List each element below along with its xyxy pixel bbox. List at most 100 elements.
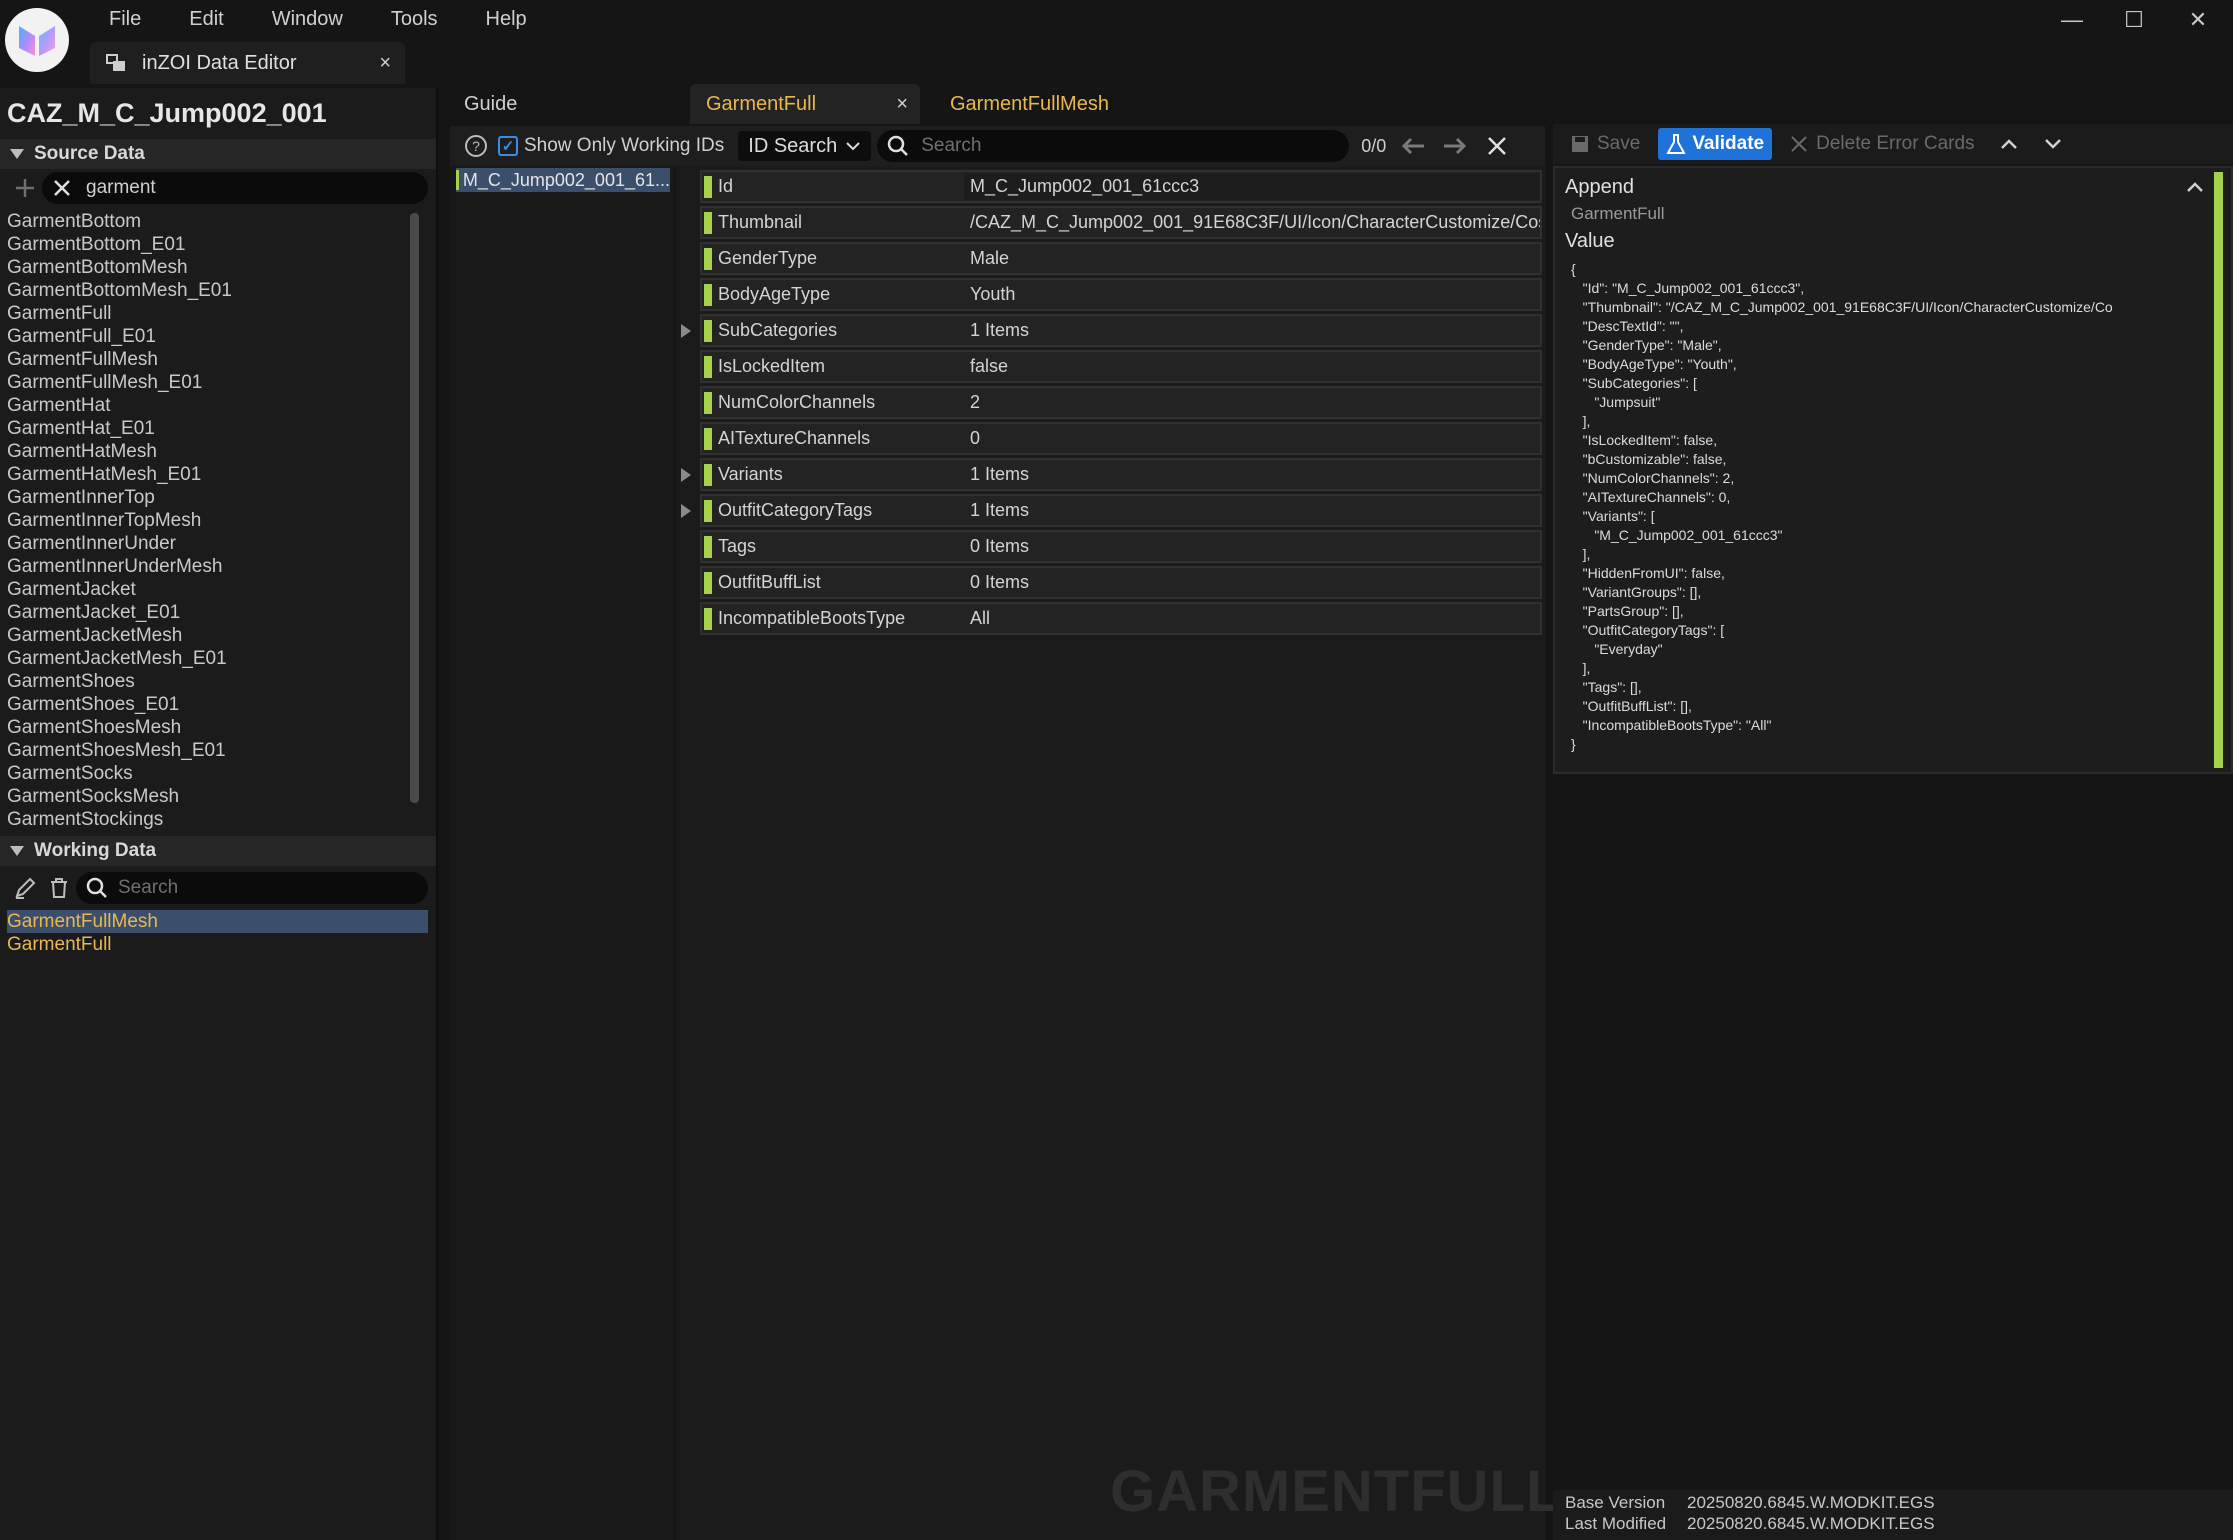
working-data-header[interactable]: Working Data [0,836,436,866]
show-only-working-checkbox[interactable]: ✓ [498,136,518,156]
property-key: OutfitBuffList [718,572,821,592]
working-list-item[interactable]: GarmentFullMesh [7,910,428,933]
id-search-input[interactable]: Search [877,130,1350,162]
source-list-item[interactable]: GarmentFull [7,302,407,325]
working-marker [704,211,712,234]
source-list-item[interactable]: GarmentJacket [7,578,407,601]
watermark-text: GARMENTFULL [1110,1459,1563,1524]
menu-file[interactable]: File [95,6,155,33]
delete-error-cards-label: Delete Error Cards [1816,133,1975,154]
chevron-up-icon[interactable] [1999,137,2019,151]
source-list-item[interactable]: GarmentShoesMesh_E01 [7,739,407,762]
source-list-item[interactable]: GarmentShoes [7,670,407,693]
working-search-input[interactable]: Search [76,872,428,904]
id-search-dropdown[interactable]: ID Search [738,131,872,161]
source-list-item[interactable]: GarmentHatMesh_E01 [7,463,407,486]
tab-garment-full[interactable]: GarmentFull × [690,84,920,124]
property-row[interactable]: BodyAgeType Youth [700,278,1542,311]
source-list-item[interactable]: GarmentInnerUnder [7,532,407,555]
property-row[interactable]: OutfitBuffList 0 Items [700,566,1542,599]
close-icon[interactable]: × [896,93,908,116]
trash-icon[interactable] [42,872,76,904]
flask-icon [1666,134,1686,154]
tab-guide[interactable]: Guide [450,84,682,124]
clear-icon[interactable] [52,178,72,198]
source-list-item[interactable]: GarmentFullMesh [7,348,407,371]
source-list-item[interactable]: GarmentSocks [7,762,407,785]
property-row[interactable]: IncompatibleBootsType All [700,602,1542,635]
json-value-text: { "Id": "M_C_Jump002_001_61ccc3", "Thumb… [1571,261,2113,752]
source-list-item[interactable]: GarmentJacket_E01 [7,601,407,624]
source-list-item[interactable]: GarmentBottomMesh_E01 [7,279,407,302]
property-row[interactable]: OutfitCategoryTags 1 Items [700,494,1542,527]
save-button[interactable]: Save [1563,128,1648,160]
validate-button[interactable]: Validate [1658,128,1773,160]
expand-arrow-icon[interactable] [681,468,691,482]
source-list-item[interactable]: GarmentBottom [7,210,407,233]
source-list-item[interactable]: GarmentBottom_E01 [7,233,407,256]
property-row[interactable]: NumColorChannels 2 [700,386,1542,419]
close-search-icon[interactable] [1486,135,1508,157]
source-list-item[interactable]: GarmentJacketMesh [7,624,407,647]
working-marker [704,283,712,306]
app-tab[interactable]: inZOI Data Editor × [90,42,405,84]
arrow-right-icon[interactable] [1442,136,1468,156]
menu-edit[interactable]: Edit [175,6,237,33]
property-row[interactable]: Tags 0 Items [700,530,1542,563]
minimize-button[interactable]: — [2052,4,2092,36]
add-icon[interactable] [8,172,42,204]
source-list-item[interactable]: GarmentHatMesh [7,440,407,463]
working-search-placeholder: Search [118,877,179,898]
source-data-header[interactable]: Source Data [0,139,436,169]
property-row[interactable]: GenderType Male [700,242,1542,275]
source-search-row: garment [8,171,428,205]
working-marker [456,170,459,190]
id-list-item-selected[interactable]: M_C_Jump002_001_61... [456,168,670,192]
property-row[interactable]: Thumbnail/CAZ_M_C_Jump002_001_91E68C3F/U… [700,206,1542,239]
source-list-item[interactable]: GarmentInnerTopMesh [7,509,407,532]
source-search-input[interactable]: garment [42,172,428,204]
menu-help[interactable]: Help [472,6,541,33]
source-list-item[interactable]: GarmentHat_E01 [7,417,407,440]
source-list-item[interactable]: GarmentBottomMesh [7,256,407,279]
source-list-item[interactable]: GarmentShoes_E01 [7,693,407,716]
source-list-scrollbar[interactable] [410,213,419,803]
expand-arrow-icon[interactable] [681,324,691,338]
working-marker [704,499,712,522]
chevron-down-icon[interactable] [2043,137,2063,151]
property-row[interactable]: AITextureChannels 0 [700,422,1542,455]
working-list-item[interactable]: GarmentFull [7,933,428,956]
menu-window[interactable]: Window [258,6,357,33]
validate-label: Validate [1692,133,1765,154]
source-list-item[interactable]: GarmentShoesMesh [7,716,407,739]
edit-icon[interactable] [8,872,42,904]
working-marker [704,355,712,378]
maximize-button[interactable]: ☐ [2114,4,2154,36]
property-row[interactable]: Variants 1 Items [700,458,1542,491]
details-panel: Id M_C_Jump002_001_61ccc3 Thumbnail/CAZ_M_… [676,166,1546,1540]
source-list-item[interactable]: GarmentFullMesh_E01 [7,371,407,394]
source-list-item[interactable]: GarmentFull_E01 [7,325,407,348]
close-window-button[interactable]: ✕ [2178,4,2218,36]
delete-error-cards-button[interactable]: Delete Error Cards [1782,128,1982,160]
working-marker [704,175,712,198]
close-icon[interactable]: × [379,52,391,75]
help-icon[interactable]: ? [464,134,488,158]
menu-tools[interactable]: Tools [377,6,452,33]
property-row[interactable]: Id M_C_Jump002_001_61ccc3 [700,170,1542,203]
property-row[interactable]: SubCategories 1 Items [700,314,1542,347]
source-list-item[interactable]: GarmentInnerUnderMesh [7,555,407,578]
working-data-label: Working Data [34,840,157,861]
property-row[interactable]: IsLockedItem false [700,350,1542,383]
tab-guide-label: Guide [464,92,518,115]
source-list-item[interactable]: GarmentHat [7,394,407,417]
chevron-up-icon[interactable] [2185,178,2205,199]
source-list-item[interactable]: GarmentInnerTop [7,486,407,509]
expand-arrow-icon[interactable] [681,504,691,518]
source-list-item[interactable]: GarmentJacketMesh_E01 [7,647,407,670]
source-list-item[interactable]: GarmentSocksMesh [7,785,407,808]
property-value[interactable]: M_C_Jump002_001_61ccc3 [964,173,1540,200]
tab-garment-full-mesh[interactable]: GarmentFullMesh [940,84,1140,124]
arrow-left-icon[interactable] [1400,136,1426,156]
source-list-item[interactable]: GarmentStockings [7,808,407,831]
